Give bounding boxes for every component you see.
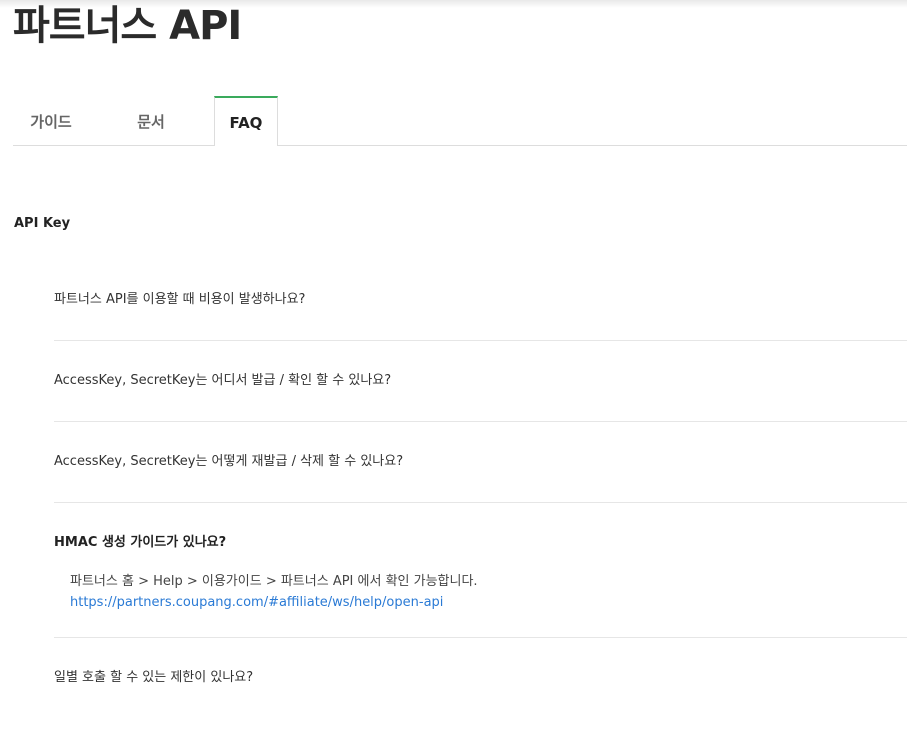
faq-question[interactable]: 파트너스 API를 이용할 때 비용이 발생하나요?	[54, 260, 907, 340]
faq-list: 파트너스 API를 이용할 때 비용이 발생하나요? AccessKey, Se…	[54, 260, 907, 718]
tab-guide[interactable]: 가이드	[13, 97, 89, 145]
faq-question[interactable]: AccessKey, SecretKey는 어디서 발급 / 확인 할 수 있나…	[54, 341, 907, 421]
faq-answer-link[interactable]: https://partners.coupang.com/#affiliate/…	[70, 592, 907, 613]
page-title: 파트너스 API	[13, 3, 242, 49]
faq-answer: 파트너스 홈 > Help > 이용가이드 > 파트너스 API 에서 확인 가…	[54, 571, 907, 637]
faq-item-expanded: HMAC 생성 가이드가 있나요? 파트너스 홈 > Help > 이용가이드 …	[54, 503, 907, 638]
faq-item: AccessKey, SecretKey는 어떻게 재발급 / 삭제 할 수 있…	[54, 422, 907, 503]
tab-bar: 가이드 문서 FAQ	[13, 96, 907, 146]
faq-question[interactable]: HMAC 생성 가이드가 있나요?	[54, 503, 907, 571]
tab-faq[interactable]: FAQ	[214, 96, 278, 146]
faq-item: 일별 호출 할 수 있는 제한이 있나요?	[54, 638, 907, 718]
faq-item: AccessKey, SecretKey는 어디서 발급 / 확인 할 수 있나…	[54, 341, 907, 422]
faq-question[interactable]: 일별 호출 할 수 있는 제한이 있나요?	[54, 638, 907, 718]
tab-docs[interactable]: 문서	[113, 97, 189, 145]
faq-answer-text: 파트너스 홈 > Help > 이용가이드 > 파트너스 API 에서 확인 가…	[70, 574, 478, 589]
section-title: API Key	[14, 216, 71, 231]
faq-item: 파트너스 API를 이용할 때 비용이 발생하나요?	[54, 260, 907, 341]
faq-question[interactable]: AccessKey, SecretKey는 어떻게 재발급 / 삭제 할 수 있…	[54, 422, 907, 502]
